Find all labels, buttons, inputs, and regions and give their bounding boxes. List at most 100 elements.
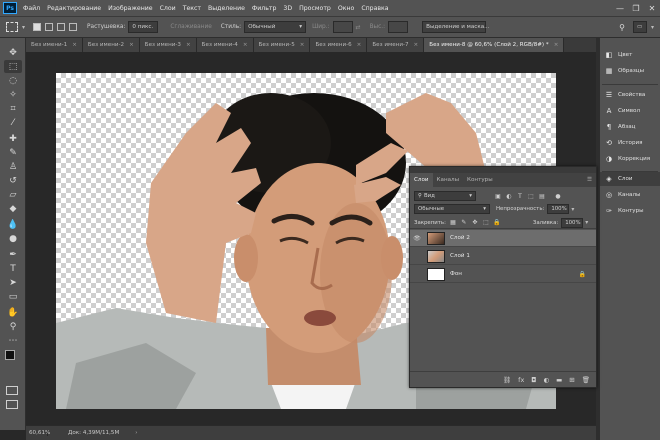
link-icon[interactable]: ⛓ (503, 376, 511, 384)
filter-toggle-icon[interactable]: ● (554, 192, 562, 200)
close-icon[interactable]: × (129, 42, 134, 48)
adjustment-icon[interactable]: ◐ (543, 376, 549, 384)
hand-tool[interactable]: ✋ (4, 306, 22, 319)
layer-name[interactable]: Фон (450, 271, 579, 277)
filter-adjustment-icon[interactable]: ◐ (505, 192, 513, 200)
maximize-button[interactable]: ❐ (628, 4, 644, 13)
menu-filter[interactable]: Фильтр (252, 5, 276, 12)
zoom-tool[interactable]: ⚲ (4, 320, 22, 333)
chevron-right-icon[interactable]: › (135, 430, 137, 436)
path-selection-tool[interactable]: ➤ (4, 276, 22, 289)
crop-tool[interactable]: ⌗ (4, 102, 22, 115)
type-tool[interactable]: T (4, 262, 22, 275)
dock-item-properties[interactable]: ☰ Свойства (600, 88, 660, 102)
eraser-tool[interactable]: ▱ (4, 188, 22, 201)
lock-position-icon[interactable]: ✥ (471, 219, 479, 227)
screen-mode-icon[interactable] (6, 400, 18, 409)
trash-icon[interactable]: 🗑 (582, 376, 590, 384)
menu-3d[interactable]: 3D (283, 5, 292, 12)
layer-row-sloy-2[interactable]: 👁 Слой 2 (410, 230, 596, 247)
tab-paths[interactable]: Контуры (463, 173, 497, 187)
tab-doc-5[interactable]: Без имени-5 × (253, 38, 311, 52)
intersect-selection-icon[interactable] (69, 23, 78, 31)
foreground-color-swatch[interactable] (5, 350, 15, 360)
blend-mode-select[interactable]: Обычные ▾ (414, 204, 490, 214)
menu-edit[interactable]: Редактирование (47, 5, 101, 12)
dock-item-paths[interactable]: ✑ Контуры (600, 204, 660, 218)
eye-icon[interactable]: 👁 (410, 235, 424, 242)
subtract-selection-icon[interactable] (57, 23, 66, 31)
healing-brush-tool[interactable]: ✚ (4, 132, 22, 145)
eyedropper-tool[interactable]: ⁄ (4, 116, 22, 129)
height-input[interactable] (388, 21, 409, 33)
dock-item-color[interactable]: ◧ Цвет (600, 48, 660, 62)
menu-window[interactable]: Окно (338, 5, 354, 12)
dock-item-layers[interactable]: ◈ Слои (600, 172, 660, 186)
minimize-button[interactable]: — (612, 4, 628, 13)
paint-bucket-tool[interactable]: ◆ (4, 202, 22, 215)
feather-input[interactable]: 0 пикс. (128, 21, 159, 33)
chevron-down-icon[interactable]: ▾ (571, 206, 574, 213)
document-info[interactable]: Док: 4,39M/11,5M (68, 430, 119, 436)
lock-all-icon[interactable]: 🔒 (493, 219, 501, 227)
lock-artboard-icon[interactable]: ⬚ (482, 219, 490, 227)
dock-item-history[interactable]: ⟲ История (600, 136, 660, 150)
close-icon[interactable]: × (414, 42, 419, 48)
close-icon[interactable]: × (300, 42, 305, 48)
brush-tool[interactable]: ✎ (4, 146, 22, 159)
dock-item-channels[interactable]: ◎ Каналы (600, 188, 660, 202)
filter-pixel-icon[interactable]: ▣ (494, 192, 502, 200)
menu-select[interactable]: Выделение (208, 5, 245, 12)
layer-name[interactable]: Слой 2 (450, 235, 596, 241)
menu-layers[interactable]: Слои (160, 5, 176, 12)
filter-type-icon[interactable]: T (516, 192, 524, 200)
workspace-icon[interactable]: ▭ (632, 21, 647, 33)
filter-smart-object-icon[interactable]: ▤ (538, 192, 546, 200)
fx-icon[interactable]: fx (518, 376, 524, 384)
move-tool[interactable]: ✥ (4, 46, 22, 59)
fill-input[interactable]: 100% (561, 217, 584, 228)
layer-filter-select[interactable]: ⚲ Вид ▾ (414, 191, 476, 201)
close-icon[interactable]: × (186, 42, 191, 48)
close-icon[interactable]: × (72, 42, 77, 48)
select-and-mask-button[interactable]: Выделение и маска... (422, 21, 489, 33)
new-layer-icon[interactable]: ⊞ (569, 376, 574, 384)
dodge-tool[interactable]: ● (4, 232, 22, 245)
chevron-down-icon[interactable]: ▾ (651, 24, 654, 31)
blur-tool[interactable]: 💧 (4, 218, 22, 231)
lock-transparency-icon[interactable]: ▦ (449, 219, 457, 227)
clone-stamp-tool[interactable]: ♙ (4, 160, 22, 173)
magic-wand-tool[interactable]: ✧ (4, 88, 22, 101)
swap-icon[interactable]: ⇄ (356, 24, 361, 31)
lock-pixels-icon[interactable]: ✎ (460, 219, 468, 227)
opacity-input[interactable]: 100% (547, 204, 570, 214)
dock-item-character[interactable]: A Символ (600, 104, 660, 118)
panel-menu-icon[interactable]: ☰ (583, 173, 596, 187)
style-select[interactable]: Обычный ▾ (244, 21, 307, 33)
menu-help[interactable]: Справка (361, 5, 388, 12)
tab-doc-2[interactable]: Без имени-2 × (82, 38, 140, 52)
chevron-down-icon[interactable]: ▾ (22, 24, 25, 31)
folder-icon[interactable]: ▬ (556, 376, 562, 384)
marquee-tool[interactable]: ⬚ (4, 60, 22, 73)
close-icon[interactable]: × (554, 42, 559, 48)
tab-doc-1[interactable]: Без имени-1 × (26, 38, 83, 52)
new-selection-icon[interactable] (33, 23, 42, 31)
width-input[interactable] (332, 21, 353, 33)
menu-view[interactable]: Просмотр (299, 5, 331, 12)
chevron-down-icon[interactable]: ▾ (585, 219, 588, 226)
zoom-level[interactable]: 60,61% (26, 430, 50, 436)
pen-tool[interactable]: ✒ (4, 248, 22, 261)
marquee-preset-icon[interactable] (6, 22, 18, 32)
tab-doc-6[interactable]: Без имени-6 × (310, 38, 368, 52)
layer-name[interactable]: Слой 1 (450, 253, 596, 259)
quick-mask-icon[interactable] (6, 386, 18, 395)
tab-doc-3[interactable]: Без имени-3 × (139, 38, 197, 52)
lasso-tool[interactable]: ◌ (4, 74, 22, 87)
filter-shape-icon[interactable]: ⬚ (527, 192, 535, 200)
layer-row-sloy-1[interactable]: Слой 1 (410, 248, 596, 265)
tab-doc-7[interactable]: Без имени-7 × (367, 38, 425, 52)
dock-item-paragraph[interactable]: ¶ Абзац (600, 120, 660, 134)
layer-row-background[interactable]: Фон 🔒 (410, 266, 596, 283)
tab-channels[interactable]: Каналы (433, 173, 463, 187)
